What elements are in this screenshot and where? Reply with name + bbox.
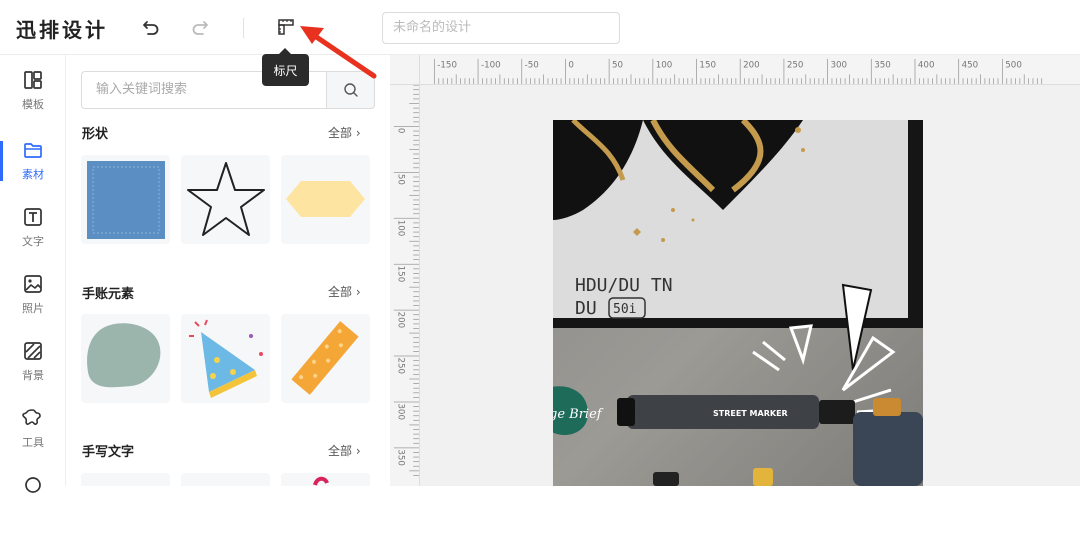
nav-label-tools: 工具 (22, 436, 44, 449)
annotation-arrow-icon (300, 26, 377, 79)
ruler-label-top: 200 (743, 61, 760, 71)
search-icon (343, 83, 358, 97)
shape-hexagon-thumb[interactable] (281, 155, 370, 244)
nav-item-background[interactable]: 背景 (0, 340, 66, 400)
ruler-label-top: 350 (874, 61, 891, 71)
artwork-sticker-text: ge Brief (553, 407, 604, 422)
more-icon (25, 477, 41, 493)
ruler-label-left: 50 (396, 174, 406, 185)
nav-item-tools[interactable]: 工具 (0, 407, 66, 467)
journal-blob-thumb[interactable] (81, 314, 170, 403)
artwork-text-line2a: DU (575, 298, 597, 319)
nav-label-background: 背景 (22, 369, 44, 382)
nav-label-photo: 照片 (22, 302, 44, 315)
ruler-label-top: 0 (568, 61, 574, 71)
ruler-label-left: 0 (396, 128, 406, 134)
shape-star-thumb[interactable] (181, 155, 270, 244)
app-logo: 迅排设计 (16, 18, 108, 42)
section-all-shapes-link[interactable]: 全部 › (328, 124, 361, 141)
section-title-journal: 手账元素 (82, 287, 135, 302)
ruler-label-left: 200 (396, 312, 406, 329)
ruler-label-top: 50 (612, 61, 623, 71)
material-panel: 输入关键词搜索 形状 全部 › 手账元素 全部 › 手写文字 全部 › (66, 55, 390, 486)
nav-item-text[interactable]: 文字 (0, 206, 66, 266)
ruler-label-top: 300 (831, 61, 848, 71)
artwork-marker-label: STREET MARKER (713, 409, 788, 418)
ruler-corner (390, 55, 420, 85)
section-all-journal-link[interactable]: 全部 › (328, 283, 361, 300)
ruler-label-left: 300 (396, 403, 406, 420)
ruler-vertical[interactable]: 0 50 100 150 200 250 300 350 (390, 55, 420, 486)
ruler-label-top: 100 (656, 61, 673, 71)
folder-icon (24, 143, 42, 158)
journal-tape-thumb[interactable] (281, 314, 370, 403)
template-icon (24, 71, 42, 89)
artwork-text-line2b: 50i (613, 302, 636, 317)
canvas-artwork-image[interactable]: HDU/DU TN DU 50i STREET MARKER ge Brief (553, 120, 923, 486)
redo-icon[interactable] (188, 15, 212, 39)
nav-label-material: 素材 (22, 168, 44, 181)
ruler-label-top: -150 (437, 61, 457, 71)
ruler-label-top: 250 (787, 61, 804, 71)
nav-item-more[interactable] (0, 474, 66, 534)
section-title-handwriting: 手写文字 (82, 445, 135, 460)
top-bar: 迅排设计 未命名的设计 (0, 0, 1080, 55)
toolbar-divider (243, 18, 244, 38)
ruler-label-top: 500 (1005, 61, 1022, 71)
background-icon (24, 342, 42, 360)
text-icon (24, 208, 42, 226)
journal-party-hat-thumb[interactable] (181, 314, 270, 403)
section-all-handwriting-link[interactable]: 全部 › (328, 442, 361, 459)
handwriting-thumb-3[interactable] (281, 473, 370, 486)
design-title-input[interactable]: 未命名的设计 (382, 12, 620, 44)
undo-icon[interactable] (139, 15, 163, 39)
shape-stamp-thumb[interactable] (81, 155, 170, 244)
tools-icon (22, 409, 41, 425)
nav-label-template: 模板 (22, 98, 44, 111)
nav-item-template[interactable]: 模板 (0, 69, 66, 129)
ruler-label-top: 150 (699, 61, 716, 71)
ruler-horizontal[interactable]: -150 -100 -50 0 50 100 150 200 250 300 350 400 450 50… (390, 55, 1080, 85)
ruler-label-left: 350 (396, 449, 406, 466)
ruler-label-left: 100 (396, 220, 406, 237)
nav-item-photo[interactable]: 照片 (0, 273, 66, 333)
canvas-area[interactable]: -150 -100 -50 0 50 100 150 200 250 300 350 400 450 50… (390, 55, 1080, 486)
ruler-label-top: -100 (481, 61, 501, 71)
nav-item-material[interactable]: 素材 (0, 139, 66, 199)
artwork-text-line1: HDU/DU TN (575, 275, 673, 296)
section-title-shapes: 形状 (82, 127, 109, 142)
ruler-label-top: -50 (525, 61, 539, 71)
ruler-label-left: 150 (396, 266, 406, 283)
ruler-label-top: 450 (962, 61, 979, 71)
left-nav: 模板 素材 文字 照片 背景 工具 (0, 55, 66, 493)
ruler-label-left: 250 (396, 358, 406, 375)
nav-label-text: 文字 (22, 235, 44, 248)
ruler-label-top: 400 (918, 61, 935, 71)
handwriting-thumb-2[interactable] (181, 473, 270, 486)
handwriting-thumb-1[interactable] (81, 473, 170, 486)
photo-icon (24, 275, 42, 293)
